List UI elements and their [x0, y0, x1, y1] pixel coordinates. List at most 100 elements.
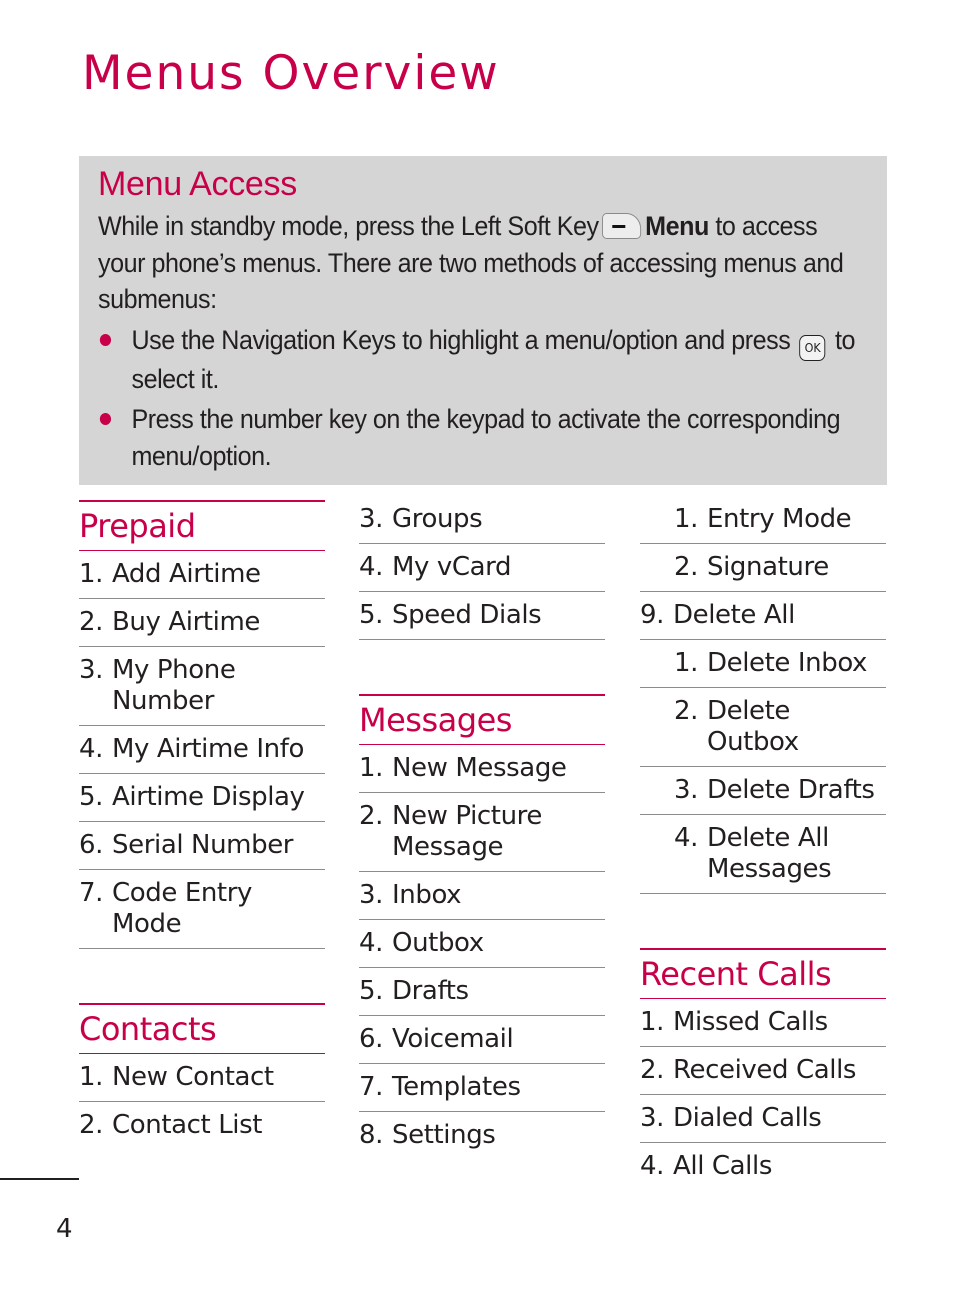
- menu-item: 5. Drafts: [359, 968, 605, 1016]
- submenu-item: 2. Signature: [640, 544, 886, 592]
- menu-item: 3. Inbox: [359, 872, 605, 920]
- item-number: 5.: [359, 976, 384, 1006]
- item-label: Delete Drafts: [707, 775, 875, 805]
- menu-item: 7. Templates: [359, 1064, 605, 1112]
- item-number: 9.: [640, 600, 665, 630]
- menu-item: 1. Add Airtime: [79, 551, 325, 599]
- ok-key-icon: OK: [799, 334, 826, 361]
- menu-item: 4. All Calls: [640, 1143, 886, 1190]
- item-label: Contact List: [112, 1110, 263, 1140]
- item-number: 2.: [359, 801, 384, 831]
- menu-label: Menu: [645, 211, 709, 241]
- menu-item: 3. My Phone Number: [79, 647, 325, 726]
- item-label: Delete All: [673, 600, 795, 630]
- menu-item: 8. Settings: [359, 1112, 605, 1159]
- column-1: Prepaid 1. Add Airtime 2. Buy Airtime 3. My…: [79, 500, 325, 1149]
- menu-access-intro: While in standby mode, press the Left So…: [98, 208, 870, 318]
- menu-item: 7. Code Entry Mode: [79, 870, 325, 949]
- menu-item: 2. Received Calls: [640, 1047, 886, 1095]
- item-number: 2.: [79, 1110, 104, 1140]
- item-number: 3.: [674, 775, 699, 805]
- column-2: 3. Groups 4. My vCard 5. Speed Dials Messag…: [359, 500, 605, 1159]
- item-label: New Picture Message: [392, 801, 542, 862]
- bullet-icon: [99, 413, 112, 425]
- item-number: 8.: [359, 1120, 384, 1150]
- item-number: 1.: [79, 1062, 104, 1092]
- submenu-item: 1. Entry Mode: [640, 500, 886, 544]
- item-number: 3.: [359, 504, 384, 534]
- item-number: 6.: [359, 1024, 384, 1054]
- item-number: 2.: [674, 696, 699, 726]
- item-number: 2.: [674, 552, 699, 582]
- column-3: 1. Entry Mode 2. Signature 9. Delete All 1.…: [640, 500, 886, 1190]
- item-number: 3.: [79, 655, 104, 685]
- item-label: Voicemail: [392, 1024, 514, 1054]
- item-number: 4.: [359, 928, 384, 958]
- item-label: Settings: [392, 1120, 496, 1150]
- item-number: 3.: [359, 880, 384, 910]
- submenu-item: 4. Delete All Messages: [640, 815, 886, 894]
- item-number: 5.: [79, 782, 104, 812]
- menu-item: 5. Airtime Display: [79, 774, 325, 822]
- item-number: 1.: [674, 648, 699, 678]
- access-method-item: Use the Navigation Keys to highlight a m…: [98, 322, 870, 398]
- item-number: 4.: [640, 1151, 665, 1181]
- section-title-messages: Messages: [359, 694, 605, 745]
- item-label: Drafts: [392, 976, 469, 1006]
- item-label: Buy Airtime: [112, 607, 261, 637]
- menu-item: 2. New Picture Message: [359, 793, 605, 872]
- access-methods-list: Use the Navigation Keys to highlight a m…: [98, 322, 870, 475]
- item-number: 4.: [359, 552, 384, 582]
- submenu-item: 3. Delete Drafts: [640, 767, 886, 815]
- item-label: Entry Mode: [707, 504, 852, 534]
- method-text: Use the Navigation Keys to highlight a m…: [131, 324, 791, 355]
- menu-item: 1. Missed Calls: [640, 999, 886, 1047]
- item-label: Signature: [707, 552, 829, 582]
- item-number: 1.: [79, 559, 104, 589]
- menu-item: 4. My Airtime Info: [79, 726, 325, 774]
- item-number: 3.: [640, 1103, 665, 1133]
- item-number: 2.: [640, 1055, 665, 1085]
- item-number: 6.: [79, 830, 104, 860]
- item-label: All Calls: [673, 1151, 772, 1181]
- footer-divider: [0, 1178, 79, 1180]
- item-label: Speed Dials: [392, 600, 542, 630]
- page-title: Menus Overview: [82, 46, 500, 101]
- item-number: 4.: [674, 823, 699, 853]
- menu-item: 3. Groups: [359, 500, 605, 544]
- page-number: 4: [56, 1214, 73, 1244]
- section-title-recent-calls: Recent Calls: [640, 948, 886, 999]
- menu-item: 5. Speed Dials: [359, 592, 605, 640]
- item-label: Dialed Calls: [673, 1103, 822, 1133]
- menu-item: 2. Contact List: [79, 1102, 325, 1149]
- intro-text: While in standby mode, press the Left So…: [98, 211, 599, 241]
- menu-item: 4. My vCard: [359, 544, 605, 592]
- access-method-item: Press the number key on the keypad to ac…: [98, 401, 870, 474]
- menu-item: 4. Outbox: [359, 920, 605, 968]
- item-label: Delete Inbox: [707, 648, 868, 678]
- menu-access-box: Menu Access While in standby mode, press…: [79, 156, 887, 485]
- item-number: 1.: [674, 504, 699, 534]
- submenu-item: 2. Delete Outbox: [640, 688, 886, 767]
- item-number: 7.: [359, 1072, 384, 1102]
- bullet-icon: [99, 333, 112, 346]
- item-label: My vCard: [392, 552, 512, 582]
- item-number: 7.: [79, 878, 104, 908]
- menu-access-body: While in standby mode, press the Left So…: [98, 208, 870, 474]
- item-label: Outbox: [392, 928, 484, 958]
- item-label: Inbox: [392, 880, 462, 910]
- item-label: My Phone Number: [112, 655, 236, 716]
- item-label: Templates: [392, 1072, 521, 1102]
- section-title-contacts: Contacts: [79, 1003, 325, 1054]
- item-label: Serial Number: [112, 830, 294, 860]
- menu-item: 2. Buy Airtime: [79, 599, 325, 647]
- item-label: Groups: [392, 504, 483, 534]
- item-label: Code Entry Mode: [112, 878, 253, 939]
- section-title-prepaid: Prepaid: [79, 500, 325, 551]
- left-soft-key-icon: [602, 213, 642, 239]
- item-label: Received Calls: [673, 1055, 857, 1085]
- submenu-item: 1. Delete Inbox: [640, 640, 886, 688]
- menu-item: 1. New Contact: [79, 1054, 325, 1102]
- item-number: 5.: [359, 600, 384, 630]
- item-label: Missed Calls: [673, 1007, 828, 1037]
